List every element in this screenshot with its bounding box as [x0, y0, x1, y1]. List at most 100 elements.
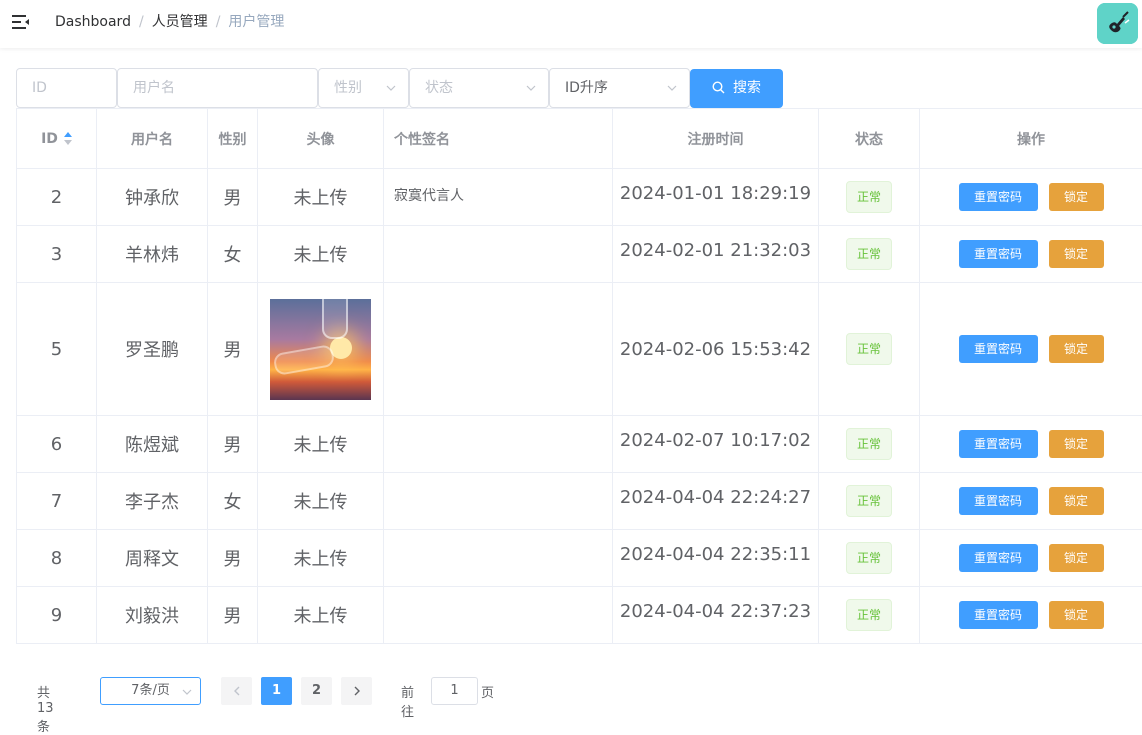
cell-avatar: 未上传: [258, 587, 384, 643]
reset-password-button[interactable]: 重置密码: [958, 335, 1038, 363]
menu-toggle-icon[interactable]: [12, 14, 30, 30]
cell-status: 正常: [819, 283, 920, 415]
sort-caret-icon[interactable]: [63, 131, 72, 146]
header-avatar: 头像: [258, 109, 384, 168]
cell-id: 6: [16, 416, 97, 472]
reset-password-button[interactable]: 重置密码: [958, 544, 1038, 572]
username-filter-field[interactable]: [117, 68, 318, 108]
cell-id: 3: [16, 226, 97, 282]
breadcrumb-separator: /: [215, 14, 221, 30]
page-size-select[interactable]: 7条/页: [100, 677, 201, 705]
cell-registered: 2024-04-04 22:37:23: [613, 587, 819, 643]
cell-gender: 女: [208, 226, 258, 282]
avatar-status-text: 未上传: [293, 435, 348, 456]
sort-select[interactable]: ID升序: [549, 68, 690, 108]
goto-prefix: 前往: [401, 686, 415, 720]
id-filter-input[interactable]: [32, 70, 101, 106]
header-id[interactable]: ID: [16, 109, 97, 168]
cell-status: 正常: [819, 530, 920, 586]
cell-id: 8: [16, 530, 97, 586]
status-select[interactable]: 状态: [409, 68, 549, 108]
cell-avatar: 未上传: [258, 473, 384, 529]
avatar-status-text: 未上传: [293, 492, 348, 513]
cell-actions: 重置密码 锁定: [920, 283, 1142, 415]
status-badge: 正常: [845, 428, 892, 460]
cell-gender: 女: [208, 473, 258, 529]
search-button-label: 搜索: [733, 80, 761, 96]
cell-gender: 男: [208, 169, 258, 225]
cell-username: 罗圣鹏: [97, 283, 208, 415]
table-row: 2 钟承欣男未上传 寂寞代言人 2024-01-01 18:29:19 正常 重置密码 锁定: [16, 169, 1142, 226]
status-select-placeholder: 状态: [425, 80, 453, 96]
cell-actions: 重置密码 锁定: [920, 416, 1142, 472]
lock-button[interactable]: 锁定: [1048, 544, 1104, 572]
reset-password-button[interactable]: 重置密码: [958, 240, 1038, 268]
lock-button[interactable]: 锁定: [1048, 183, 1104, 211]
lock-button[interactable]: 锁定: [1048, 601, 1104, 629]
prev-page-button[interactable]: [221, 677, 252, 705]
status-badge: 正常: [845, 599, 892, 631]
cell-status: 正常: [819, 416, 920, 472]
table-row: 9 刘毅洪男未上传 2024-04-04 22:37:23 正常 重置密码 锁定: [16, 587, 1142, 644]
user-avatar[interactable]: [1097, 3, 1138, 44]
reset-password-button[interactable]: 重置密码: [958, 487, 1038, 515]
cell-id: 9: [16, 587, 97, 643]
cell-gender: 男: [208, 530, 258, 586]
cell-status: 正常: [819, 226, 920, 282]
cell-registered: 2024-02-06 15:53:42: [613, 283, 819, 415]
lock-button[interactable]: 锁定: [1048, 335, 1104, 363]
page-button-2[interactable]: 2: [301, 677, 332, 705]
header-status: 状态: [819, 109, 920, 168]
status-badge: 正常: [845, 238, 892, 270]
cell-registered: 2024-01-01 18:29:19: [613, 169, 819, 225]
cell-signature: [384, 226, 613, 282]
cell-status: 正常: [819, 169, 920, 225]
reset-password-button[interactable]: 重置密码: [958, 183, 1038, 211]
header-gender: 性别: [208, 109, 258, 168]
breadcrumb-separator: /: [138, 14, 144, 30]
id-filter-field[interactable]: [16, 68, 117, 108]
lock-button[interactable]: 锁定: [1048, 430, 1104, 458]
reset-password-button[interactable]: 重置密码: [958, 430, 1038, 458]
cell-registered: 2024-04-04 22:24:27: [613, 473, 819, 529]
cell-avatar: 未上传: [258, 169, 384, 225]
cell-username: 羊林炜: [97, 226, 208, 282]
goto-suffix: 页: [481, 686, 495, 701]
next-page-button[interactable]: [341, 677, 372, 705]
status-badge: 正常: [845, 181, 892, 213]
page-button-1[interactable]: 1: [261, 677, 292, 705]
gender-select-placeholder: 性别: [334, 80, 362, 96]
cell-username: 刘毅洪: [97, 587, 208, 643]
breadcrumb-personnel[interactable]: 人员管理: [152, 14, 208, 30]
table-row: 8 周释文男未上传 2024-04-04 22:35:11 正常 重置密码 锁定: [16, 530, 1142, 587]
lock-button[interactable]: 锁定: [1048, 240, 1104, 268]
search-button[interactable]: 搜索: [690, 69, 783, 108]
lock-button[interactable]: 锁定: [1048, 487, 1104, 515]
breadcrumb-dashboard[interactable]: Dashboard: [55, 14, 131, 30]
cell-gender: 男: [208, 283, 258, 415]
top-navbar: Dashboard / 人员管理 / 用户管理: [0, 0, 1142, 48]
header-username: 用户名: [97, 109, 208, 168]
cell-gender: 男: [208, 587, 258, 643]
header-actions: 操作: [1017, 131, 1045, 148]
cell-avatar: 未上传: [258, 530, 384, 586]
sort-select-value: ID升序: [565, 80, 608, 96]
search-icon: [712, 81, 725, 94]
cell-avatar: 未上传: [258, 416, 384, 472]
username-filter-input[interactable]: [133, 70, 302, 106]
cell-username: 周释文: [97, 530, 208, 586]
cell-status: 正常: [819, 587, 920, 643]
goto-page-input[interactable]: 1: [431, 677, 478, 705]
gender-select[interactable]: 性别: [318, 68, 409, 108]
chevron-left-icon: [233, 686, 239, 696]
cell-actions: 重置密码 锁定: [920, 226, 1142, 282]
cell-actions: 重置密码 锁定: [920, 530, 1142, 586]
table-body: 2 钟承欣男未上传 寂寞代言人 2024-01-01 18:29:19 正常 重置密码 锁定…: [16, 169, 1142, 644]
status-badge: 正常: [845, 485, 892, 517]
cell-actions: 重置密码 锁定: [920, 169, 1142, 225]
breadcrumb-current: 用户管理: [228, 14, 285, 30]
table-row: 5 罗圣鹏男 2024-02-06 15:53:42 正常 重置密码 锁定: [16, 283, 1142, 416]
avatar-status-text: 未上传: [293, 245, 348, 266]
table-row: 7 李子杰女未上传 2024-04-04 22:24:27 正常 重置密码 锁定: [16, 473, 1142, 530]
reset-password-button[interactable]: 重置密码: [958, 601, 1038, 629]
